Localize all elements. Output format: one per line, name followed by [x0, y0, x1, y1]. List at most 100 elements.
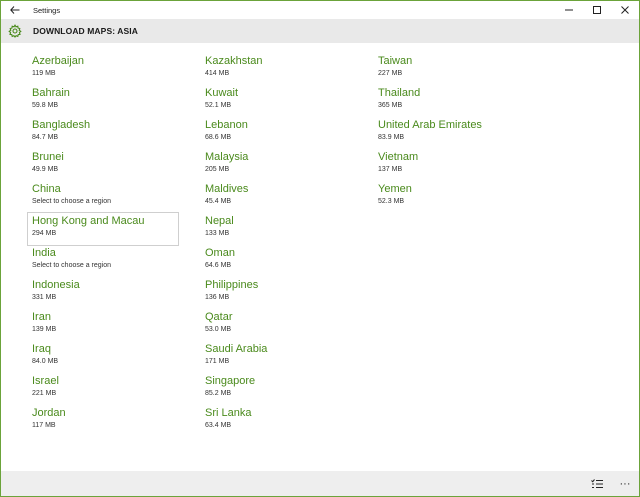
country-item[interactable]: Malaysia 205 MB — [201, 149, 351, 181]
country-size: 52.3 MB — [378, 198, 405, 205]
country-item[interactable]: Azerbaijan 119 MB — [28, 53, 178, 85]
country-item[interactable]: Iraq 84.0 MB — [28, 341, 178, 373]
country-name: Singapore — [205, 375, 256, 387]
country-name: Brunei — [32, 151, 64, 163]
country-size: 117 MB — [32, 422, 56, 429]
country-name: United Arab Emirates — [378, 119, 482, 131]
country-name: Kuwait — [205, 87, 239, 99]
country-name: Philippines — [205, 279, 259, 291]
country-item[interactable]: United Arab Emirates 83.9 MB — [374, 117, 524, 149]
maximize-icon — [593, 6, 601, 14]
window-controls — [555, 1, 639, 19]
country-item[interactable]: Singapore 85.2 MB — [201, 373, 351, 405]
country-name: China — [32, 183, 61, 195]
country-name: Azerbaijan — [32, 55, 84, 67]
country-size: 68.6 MB — [205, 134, 232, 141]
select-list-icon — [591, 478, 603, 488]
country-name: Qatar — [205, 311, 233, 323]
country-item[interactable]: Thailand 365 MB — [374, 85, 524, 117]
close-icon — [621, 6, 629, 14]
country-size: 137 MB — [378, 166, 403, 173]
country-item[interactable]: Kazakhstan 414 MB — [201, 53, 351, 85]
country-item[interactable]: Jordan 117 MB — [28, 405, 178, 437]
settings-window: Settings DOWNLOAD MAPS: ASIA Azerbaijan … — [0, 0, 640, 497]
country-item[interactable]: Sri Lanka 63.4 MB — [201, 405, 351, 437]
country-size: 49.9 MB — [32, 166, 59, 173]
country-item[interactable]: Iran 139 MB — [28, 309, 178, 341]
country-size: Select to choose a region — [32, 262, 111, 269]
country-size: 136 MB — [205, 294, 230, 301]
country-size: 171 MB — [205, 358, 230, 365]
close-button[interactable] — [611, 1, 639, 19]
country-item[interactable]: Indonesia 331 MB — [28, 277, 178, 309]
country-item[interactable]: Hong Kong and Macau 294 MB — [27, 212, 179, 246]
country-size: 52.1 MB — [205, 102, 232, 109]
country-item[interactable]: Yemen 52.3 MB — [374, 181, 524, 213]
country-name: Israel — [32, 375, 59, 387]
country-item[interactable]: Philippines 136 MB — [201, 277, 351, 309]
country-size: 84.7 MB — [32, 134, 59, 141]
country-item[interactable]: Lebanon 68.6 MB — [201, 117, 351, 149]
more-icon: ··· — [619, 477, 631, 490]
maximize-button[interactable] — [583, 1, 611, 19]
page-title: DOWNLOAD MAPS: ASIA — [33, 26, 138, 36]
country-item[interactable]: Taiwan 227 MB — [374, 53, 524, 85]
country-item[interactable]: Saudi Arabia 171 MB — [201, 341, 351, 373]
country-item[interactable]: Bangladesh 84.7 MB — [28, 117, 178, 149]
country-item[interactable]: Kuwait 52.1 MB — [201, 85, 351, 117]
country-item[interactable]: Vietnam 137 MB — [374, 149, 524, 181]
country-name: Malaysia — [205, 151, 249, 163]
country-name: Hong Kong and Macau — [32, 215, 145, 227]
country-name: Sri Lanka — [205, 407, 252, 419]
country-name: Indonesia — [32, 279, 80, 291]
country-size: 221 MB — [32, 390, 57, 397]
country-size: 414 MB — [205, 70, 230, 77]
country-item[interactable]: Nepal 133 MB — [201, 213, 351, 245]
back-arrow-icon — [10, 6, 20, 14]
country-name: Iraq — [32, 343, 51, 355]
country-item[interactable]: Bahrain 59.8 MB — [28, 85, 178, 117]
country-name: Thailand — [378, 87, 421, 99]
country-name: India — [32, 247, 56, 259]
country-item[interactable]: Maldives 45.4 MB — [201, 181, 351, 213]
country-name: Oman — [205, 247, 235, 259]
country-name: Vietnam — [378, 151, 419, 163]
country-name: Taiwan — [378, 55, 413, 67]
country-column-2: Kazakhstan 414 MB Kuwait 52.1 MB Lebanon 68.6… — [201, 53, 371, 437]
country-size: 294 MB — [32, 230, 57, 237]
back-button[interactable] — [1, 1, 29, 19]
country-size: 119 MB — [32, 70, 56, 77]
select-button[interactable] — [585, 471, 609, 496]
country-name: Lebanon — [205, 119, 248, 131]
country-size: 84.0 MB — [32, 358, 59, 365]
app-title: Settings — [33, 5, 61, 15]
country-size: 227 MB — [378, 70, 403, 77]
country-column-1: Azerbaijan 119 MB Bahrain 59.8 MB Bangladesh… — [27, 53, 198, 437]
country-item[interactable]: Qatar 53.0 MB — [201, 309, 351, 341]
country-size: 45.4 MB — [205, 198, 232, 205]
country-size: 365 MB — [378, 102, 403, 109]
country-list: Azerbaijan 119 MB Bahrain 59.8 MB Bangladesh… — [1, 43, 639, 471]
minimize-button[interactable] — [555, 1, 583, 19]
country-size: 64.6 MB — [205, 262, 232, 269]
country-name: Saudi Arabia — [205, 343, 268, 355]
country-item[interactable]: Oman 64.6 MB — [201, 245, 351, 277]
country-size: 83.9 MB — [378, 134, 405, 141]
country-item[interactable]: China Select to choose a region — [28, 181, 178, 213]
country-name: Yemen — [378, 183, 412, 195]
country-item[interactable]: Israel 221 MB — [28, 373, 178, 405]
country-item[interactable]: India Select to choose a region — [28, 245, 178, 277]
bottom-app-bar: ··· — [1, 471, 639, 496]
country-name: Bahrain — [32, 87, 70, 99]
country-size: 85.2 MB — [205, 390, 232, 397]
more-options-button[interactable]: ··· — [613, 471, 637, 496]
country-size: 53.0 MB — [205, 326, 232, 333]
country-size: 205 MB — [205, 166, 230, 173]
country-size: 63.4 MB — [205, 422, 232, 429]
country-name: Nepal — [205, 215, 234, 227]
country-item[interactable]: Brunei 49.9 MB — [28, 149, 178, 181]
country-size: 59.8 MB — [32, 102, 59, 109]
country-size: 133 MB — [205, 230, 230, 237]
country-name: Maldives — [205, 183, 249, 195]
page-header: DOWNLOAD MAPS: ASIA — [1, 19, 639, 43]
